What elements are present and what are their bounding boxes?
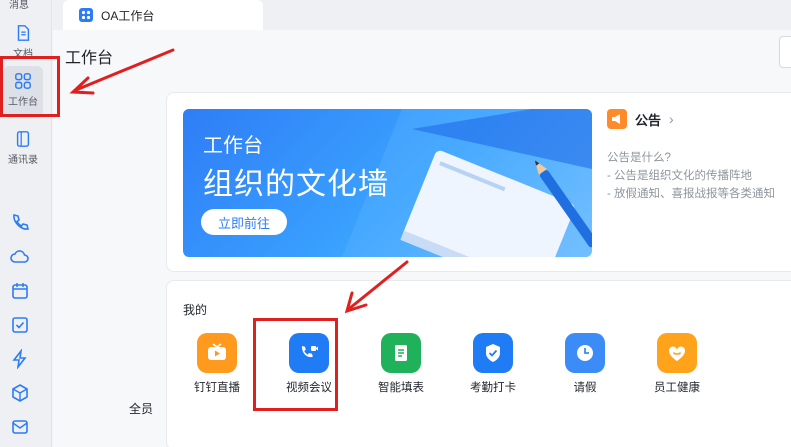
cloud-icon[interactable] xyxy=(10,247,30,267)
notice-description: 公告是什么? - 公告是组织文化的传播阵地 - 放假通知、喜报战报等各类通知 xyxy=(607,149,775,203)
app-grid-icon xyxy=(79,8,93,22)
main-area: 工作台 工作台 组织的文化墙 立即前往 公告 › 公告是什么? - 公告是组织文… xyxy=(53,30,791,447)
tab-bar: OA工作台 xyxy=(53,0,791,30)
app-label: 钉钉直播 xyxy=(194,382,240,394)
app-label: 智能填表 xyxy=(378,382,424,394)
banner-title: 组织的文化墙 xyxy=(203,168,389,201)
bolt-icon[interactable] xyxy=(10,349,30,369)
app-live[interactable]: 钉钉直播 xyxy=(181,333,253,395)
app-smart-form[interactable]: 智能填表 xyxy=(365,333,437,395)
section-title-all: 全员 xyxy=(129,402,154,416)
live-icon xyxy=(197,333,237,373)
todo-icon[interactable] xyxy=(10,315,30,335)
rail-item-label: 通讯录 xyxy=(8,155,38,166)
annotation-box-workbench xyxy=(0,56,60,117)
contacts-icon xyxy=(16,131,30,147)
health-icon xyxy=(657,333,697,373)
app-checkin[interactable]: 考勤打卡 xyxy=(457,333,529,395)
phone-icon[interactable] xyxy=(10,212,30,232)
chevron-right-icon: › xyxy=(669,111,674,127)
app-leave[interactable]: 请假 xyxy=(549,333,621,395)
tab-oa-workbench[interactable]: OA工作台 xyxy=(63,0,263,30)
notice-line: - 放假通知、喜报战报等各类通知 xyxy=(607,188,776,200)
banner-subtitle: 工作台 xyxy=(203,135,263,157)
rail-top-label: 消息 xyxy=(9,0,29,11)
tab-title: OA工作台 xyxy=(101,8,155,23)
megaphone-icon xyxy=(607,109,627,129)
notice-line: 公告是什么? xyxy=(607,152,671,164)
app-label: 员工健康 xyxy=(654,382,700,394)
notice-line: - 公告是组织文化的传播阵地 xyxy=(607,170,753,182)
app-label: 请假 xyxy=(573,382,597,394)
banner[interactable]: 工作台 组织的文化墙 立即前往 xyxy=(183,109,592,257)
app-label: 考勤打卡 xyxy=(470,382,516,394)
banner-card: 工作台 组织的文化墙 立即前往 公告 › 公告是什么? - 公告是组织文化的传播… xyxy=(166,92,791,272)
notice-title: 公告 xyxy=(635,112,662,128)
go-now-button[interactable]: 立即前往 xyxy=(201,209,287,235)
mail-icon[interactable] xyxy=(10,417,30,437)
page-title: 工作台 xyxy=(65,50,114,67)
checkin-icon xyxy=(473,333,513,373)
doc-icon xyxy=(17,25,30,41)
app-health[interactable]: 员工健康 xyxy=(641,333,713,395)
calendar-icon[interactable] xyxy=(10,281,30,301)
section-title-mine: 我的 xyxy=(183,303,208,317)
leave-icon xyxy=(565,333,605,373)
top-right-button[interactable] xyxy=(779,36,791,68)
annotation-box-video-meeting xyxy=(253,318,338,411)
rail-item-contacts[interactable]: 通讯录 xyxy=(3,124,43,176)
form-icon xyxy=(381,333,421,373)
notice-header[interactable]: 公告 › xyxy=(607,109,674,129)
cube-icon[interactable] xyxy=(10,383,30,403)
